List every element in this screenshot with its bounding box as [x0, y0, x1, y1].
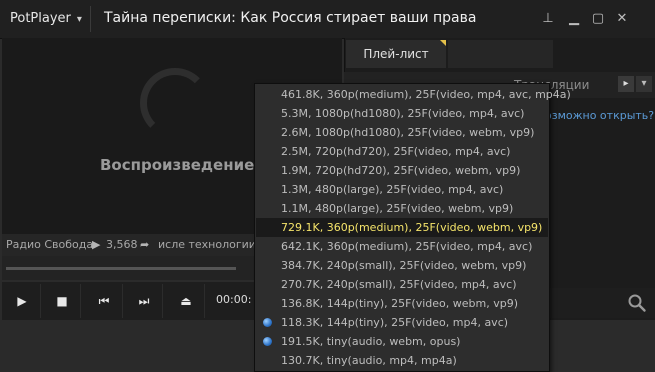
stop-button[interactable]: ■ — [44, 284, 81, 318]
time-display: 00:00: — [216, 293, 252, 306]
format-menu-item-label: 118.3K, 144p(tiny), 25F(video, mp4, avc) — [281, 316, 509, 329]
format-menu-item[interactable]: 5.3M, 1080p(hd1080), 25F(video, mp4, avc… — [256, 104, 548, 123]
maximize-icon[interactable]: ▢ — [588, 9, 608, 29]
video-description: исле технологии — [158, 238, 256, 251]
format-menu-item[interactable]: 461.8K, 360p(medium), 25F(video, mp4, av… — [256, 85, 571, 104]
format-menu-item[interactable]: 1.1M, 480p(large), 25F(video, webm, vp9) — [256, 199, 548, 218]
eject-button[interactable]: ⏏ — [168, 284, 205, 318]
channel-name: Радио Свобода — [6, 238, 94, 251]
radio-selected-icon — [263, 318, 272, 327]
tab-empty — [448, 40, 553, 68]
format-menu-item[interactable]: 270.7K, 240p(small), 25F(video, mp4, avc… — [256, 275, 548, 294]
tab-playlist[interactable]: Плей-лист — [346, 40, 446, 68]
format-menu-item-label: 5.3M, 1080p(hd1080), 25F(video, mp4, avc… — [281, 107, 525, 120]
format-menu-item-label: 2.6M, 1080p(hd1080), 25F(video, webm, vp… — [281, 126, 535, 139]
format-menu-item-label: 384.7K, 240p(small), 25F(video, webm, vp… — [281, 259, 527, 272]
format-menu-item[interactable]: 729.1K, 360p(medium), 25F(video, webm, v… — [256, 218, 548, 237]
format-menu-item[interactable]: 130.7K, tiny(audio, mp4, mp4a) — [256, 351, 548, 370]
view-count: 3,568 — [106, 238, 138, 251]
format-menu-item[interactable]: 384.7K, 240p(small), 25F(video, webm, vp… — [256, 256, 548, 275]
format-menu-item[interactable]: 1.9M, 720p(hd720), 25F(video, webm, vp9) — [256, 161, 548, 180]
format-menu-item-label: 130.7K, tiny(audio, mp4, mp4a) — [281, 354, 457, 367]
share-icon[interactable]: ➦ — [140, 238, 149, 251]
next-button[interactable]: ⏭ — [126, 284, 163, 318]
close-icon[interactable]: ✕ — [612, 9, 632, 29]
previous-button[interactable]: ⏮ — [86, 284, 123, 318]
open-link[interactable]: озможно открыть? — [545, 109, 654, 122]
format-menu-item[interactable]: 118.3K, 144p(tiny), 25F(video, mp4, avc) — [256, 313, 548, 332]
format-menu-item-label: 1.3M, 480p(large), 25F(video, mp4, avc) — [281, 183, 504, 196]
format-menu-item-label: 191.5K, tiny(audio, webm, opus) — [281, 335, 461, 348]
loading-spinner-icon — [140, 68, 210, 138]
format-menu-item-label: 1.9M, 720p(hd720), 25F(video, webm, vp9) — [281, 164, 521, 177]
format-menu-item[interactable]: 2.5M, 720p(hd720), 25F(video, mp4, avc) — [256, 142, 548, 161]
chevron-right-icon[interactable]: ▸ — [618, 76, 634, 92]
play-button[interactable]: ▶ — [4, 284, 41, 318]
format-menu-item-label: 729.1K, 360p(medium), 25F(video, webm, v… — [281, 221, 543, 234]
search-icon[interactable] — [627, 293, 647, 313]
format-menu-item[interactable]: 191.5K, tiny(audio, webm, opus) — [256, 332, 548, 351]
views-icon: ▶ — [92, 238, 101, 251]
radio-selected-icon — [263, 337, 272, 346]
app-menu-button[interactable]: PotPlayer ▾ — [6, 8, 86, 30]
format-menu-item-label: 2.5M, 720p(hd720), 25F(video, mp4, avc) — [281, 145, 511, 158]
format-menu-item-label: 270.7K, 240p(small), 25F(video, mp4, avc… — [281, 278, 517, 291]
format-menu: 461.8K, 360p(medium), 25F(video, mp4, av… — [254, 83, 571, 372]
tab-corner-marker — [440, 40, 446, 46]
chevron-down-icon[interactable]: ▾ — [636, 76, 652, 92]
window-title: Тайна переписки: Как Россия стирает ваши… — [104, 10, 477, 26]
format-menu-item-label: 642.1K, 360p(medium), 25F(video, mp4, av… — [281, 240, 533, 253]
pin-icon[interactable]: ⊥ — [538, 9, 558, 29]
format-menu-item-label: 1.1M, 480p(large), 25F(video, webm, vp9) — [281, 202, 514, 215]
format-menu-item[interactable]: 2.6M, 1080p(hd1080), 25F(video, webm, vp… — [256, 123, 548, 142]
format-menu-item[interactable]: 1.3M, 480p(large), 25F(video, mp4, avc) — [256, 180, 548, 199]
playback-status: Воспроизведение... — [100, 156, 272, 174]
tab-playlist-label: Плей-лист — [363, 47, 429, 61]
format-menu-item[interactable]: 642.1K, 360p(medium), 25F(video, mp4, av… — [256, 237, 548, 256]
format-menu-item[interactable]: 136.8K, 144p(tiny), 25F(video, webm, vp9… — [256, 294, 548, 313]
format-menu-item-label: 461.8K, 360p(medium), 25F(video, mp4, av… — [281, 88, 571, 101]
title-divider — [90, 6, 91, 32]
seek-track[interactable] — [6, 267, 236, 270]
minimize-icon[interactable]: ▁ — [564, 9, 584, 29]
chevron-down-icon: ▾ — [76, 14, 82, 25]
format-menu-item-label: 136.8K, 144p(tiny), 25F(video, webm, vp9… — [281, 297, 518, 310]
app-menu-label: PotPlayer — [10, 11, 71, 26]
